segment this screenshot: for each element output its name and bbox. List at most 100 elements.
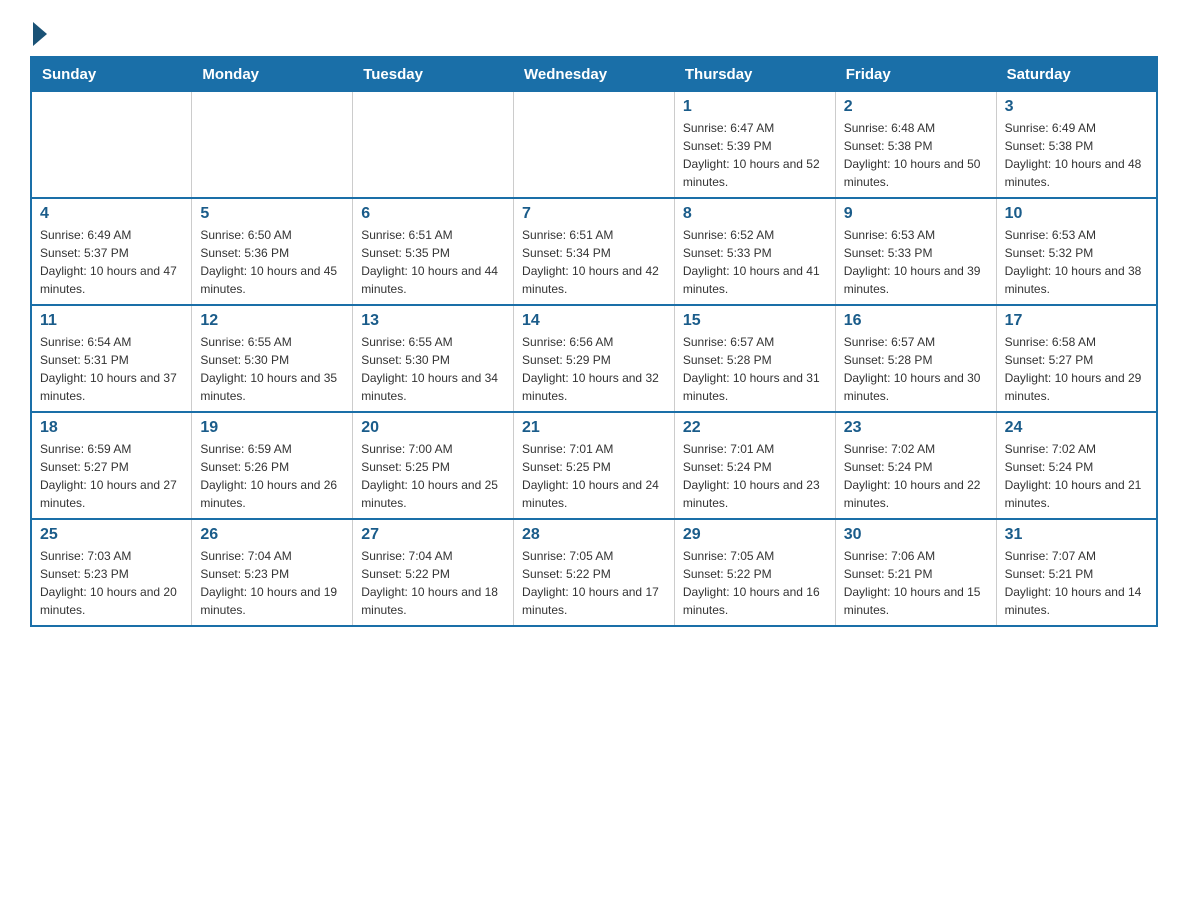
calendar-day-cell: 12 Sunrise: 6:55 AM Sunset: 5:30 PM Dayli… — [192, 305, 353, 412]
day-info: Sunrise: 7:01 AM Sunset: 5:24 PM Dayligh… — [683, 440, 827, 512]
calendar-day-cell — [192, 92, 353, 199]
calendar-day-cell: 20Sunrise: 7:00 AM Sunset: 5:25 PM Dayli… — [353, 412, 514, 519]
day-number: 25 — [40, 526, 183, 544]
day-info: Sunrise: 7:02 AM Sunset: 5:24 PM Dayligh… — [844, 440, 988, 512]
weekday-header-saturday: Saturday — [996, 57, 1157, 92]
day-info: Sunrise: 7:02 AM Sunset: 5:24 PM Dayligh… — [1005, 440, 1148, 512]
calendar-day-cell: 28 Sunrise: 7:05 AM Sunset: 5:22 PM Dayli… — [514, 519, 675, 626]
day-info: Sunrise: 7:05 AM Sunset: 5:22 PM Dayligh… — [522, 547, 666, 619]
calendar-day-cell: 23 Sunrise: 7:02 AM Sunset: 5:24 PM Dayli… — [835, 412, 996, 519]
day-info: Sunrise: 6:51 AM Sunset: 5:34 PM Dayligh… — [522, 226, 666, 298]
day-info: Sunrise: 6:57 AM Sunset: 5:28 PM Dayligh… — [683, 333, 827, 405]
day-info: Sunrise: 6:49 AM Sunset: 5:38 PM Dayligh… — [1005, 119, 1148, 191]
day-number: 3 — [1005, 98, 1148, 116]
day-number: 11 — [40, 312, 183, 330]
calendar-day-cell: 3 Sunrise: 6:49 AM Sunset: 5:38 PM Daylig… — [996, 92, 1157, 199]
day-info: Sunrise: 6:58 AM Sunset: 5:27 PM Dayligh… — [1005, 333, 1148, 405]
day-info: Sunrise: 6:55 AM Sunset: 5:30 PM Dayligh… — [200, 333, 344, 405]
calendar-day-cell: 24 Sunrise: 7:02 AM Sunset: 5:24 PM Dayli… — [996, 412, 1157, 519]
day-info: Sunrise: 6:54 AM Sunset: 5:31 PM Dayligh… — [40, 333, 183, 405]
calendar-day-cell: 4 Sunrise: 6:49 AM Sunset: 5:37 PM Daylig… — [31, 198, 192, 305]
day-info: Sunrise: 7:06 AM Sunset: 5:21 PM Dayligh… — [844, 547, 988, 619]
day-number: 5 — [200, 205, 344, 223]
calendar-day-cell: 2 Sunrise: 6:48 AM Sunset: 5:38 PM Daylig… — [835, 92, 996, 199]
day-info: Sunrise: 6:47 AM Sunset: 5:39 PM Dayligh… — [683, 119, 827, 191]
calendar-day-cell: 31Sunrise: 7:07 AM Sunset: 5:21 PM Dayli… — [996, 519, 1157, 626]
calendar-day-cell — [514, 92, 675, 199]
day-info: Sunrise: 6:49 AM Sunset: 5:37 PM Dayligh… — [40, 226, 183, 298]
day-number: 23 — [844, 419, 988, 437]
day-number: 29 — [683, 526, 827, 544]
day-number: 27 — [361, 526, 505, 544]
day-number: 12 — [200, 312, 344, 330]
day-number: 15 — [683, 312, 827, 330]
day-info: Sunrise: 6:56 AM Sunset: 5:29 PM Dayligh… — [522, 333, 666, 405]
day-info: Sunrise: 7:03 AM Sunset: 5:23 PM Dayligh… — [40, 547, 183, 619]
day-info: Sunrise: 7:04 AM Sunset: 5:23 PM Dayligh… — [200, 547, 344, 619]
day-number: 13 — [361, 312, 505, 330]
weekday-header-thursday: Thursday — [674, 57, 835, 92]
day-number: 24 — [1005, 419, 1148, 437]
day-info: Sunrise: 6:59 AM Sunset: 5:26 PM Dayligh… — [200, 440, 344, 512]
day-info: Sunrise: 6:50 AM Sunset: 5:36 PM Dayligh… — [200, 226, 344, 298]
day-number: 28 — [522, 526, 666, 544]
day-number: 1 — [683, 98, 827, 116]
calendar-day-cell: 6Sunrise: 6:51 AM Sunset: 5:35 PM Daylig… — [353, 198, 514, 305]
calendar-day-cell: 26 Sunrise: 7:04 AM Sunset: 5:23 PM Dayli… — [192, 519, 353, 626]
calendar-day-cell: 18 Sunrise: 6:59 AM Sunset: 5:27 PM Dayli… — [31, 412, 192, 519]
calendar-day-cell: 16 Sunrise: 6:57 AM Sunset: 5:28 PM Dayli… — [835, 305, 996, 412]
calendar-day-cell: 22 Sunrise: 7:01 AM Sunset: 5:24 PM Dayli… — [674, 412, 835, 519]
weekday-header-monday: Monday — [192, 57, 353, 92]
day-number: 7 — [522, 205, 666, 223]
day-info: Sunrise: 6:55 AM Sunset: 5:30 PM Dayligh… — [361, 333, 505, 405]
calendar-day-cell: 9Sunrise: 6:53 AM Sunset: 5:33 PM Daylig… — [835, 198, 996, 305]
calendar-day-cell: 7 Sunrise: 6:51 AM Sunset: 5:34 PM Daylig… — [514, 198, 675, 305]
weekday-header-wednesday: Wednesday — [514, 57, 675, 92]
calendar-week-row: 4 Sunrise: 6:49 AM Sunset: 5:37 PM Daylig… — [31, 198, 1157, 305]
calendar-day-cell — [31, 92, 192, 199]
calendar-week-row: 11 Sunrise: 6:54 AM Sunset: 5:31 PM Dayli… — [31, 305, 1157, 412]
day-info: Sunrise: 7:05 AM Sunset: 5:22 PM Dayligh… — [683, 547, 827, 619]
day-number: 4 — [40, 205, 183, 223]
calendar-day-cell: 10Sunrise: 6:53 AM Sunset: 5:32 PM Dayli… — [996, 198, 1157, 305]
day-number: 9 — [844, 205, 988, 223]
calendar-day-cell: 30 Sunrise: 7:06 AM Sunset: 5:21 PM Dayli… — [835, 519, 996, 626]
day-info: Sunrise: 7:00 AM Sunset: 5:25 PM Dayligh… — [361, 440, 505, 512]
calendar-table: SundayMondayTuesdayWednesdayThursdayFrid… — [30, 56, 1158, 627]
calendar-day-cell: 13 Sunrise: 6:55 AM Sunset: 5:30 PM Dayli… — [353, 305, 514, 412]
calendar-day-cell: 14 Sunrise: 6:56 AM Sunset: 5:29 PM Dayli… — [514, 305, 675, 412]
day-number: 22 — [683, 419, 827, 437]
weekday-header-tuesday: Tuesday — [353, 57, 514, 92]
weekday-header-sunday: Sunday — [31, 57, 192, 92]
day-number: 2 — [844, 98, 988, 116]
logo — [30, 20, 47, 46]
day-number: 26 — [200, 526, 344, 544]
calendar-week-row: 1 Sunrise: 6:47 AM Sunset: 5:39 PM Daylig… — [31, 92, 1157, 199]
weekday-header-row: SundayMondayTuesdayWednesdayThursdayFrid… — [31, 57, 1157, 92]
day-info: Sunrise: 6:52 AM Sunset: 5:33 PM Dayligh… — [683, 226, 827, 298]
day-number: 10 — [1005, 205, 1148, 223]
day-number: 16 — [844, 312, 988, 330]
day-info: Sunrise: 6:48 AM Sunset: 5:38 PM Dayligh… — [844, 119, 988, 191]
day-info: Sunrise: 6:57 AM Sunset: 5:28 PM Dayligh… — [844, 333, 988, 405]
day-info: Sunrise: 7:01 AM Sunset: 5:25 PM Dayligh… — [522, 440, 666, 512]
day-number: 21 — [522, 419, 666, 437]
calendar-day-cell: 15 Sunrise: 6:57 AM Sunset: 5:28 PM Dayli… — [674, 305, 835, 412]
calendar-day-cell: 19Sunrise: 6:59 AM Sunset: 5:26 PM Dayli… — [192, 412, 353, 519]
day-number: 18 — [40, 419, 183, 437]
calendar-day-cell: 25 Sunrise: 7:03 AM Sunset: 5:23 PM Dayli… — [31, 519, 192, 626]
day-number: 6 — [361, 205, 505, 223]
day-number: 14 — [522, 312, 666, 330]
day-number: 17 — [1005, 312, 1148, 330]
calendar-day-cell: 8 Sunrise: 6:52 AM Sunset: 5:33 PM Daylig… — [674, 198, 835, 305]
calendar-week-row: 25 Sunrise: 7:03 AM Sunset: 5:23 PM Dayli… — [31, 519, 1157, 626]
day-number: 8 — [683, 205, 827, 223]
calendar-day-cell: 11 Sunrise: 6:54 AM Sunset: 5:31 PM Dayli… — [31, 305, 192, 412]
day-number: 30 — [844, 526, 988, 544]
day-number: 31 — [1005, 526, 1148, 544]
calendar-week-row: 18 Sunrise: 6:59 AM Sunset: 5:27 PM Dayli… — [31, 412, 1157, 519]
logo-arrow-icon — [33, 22, 47, 46]
day-info: Sunrise: 6:59 AM Sunset: 5:27 PM Dayligh… — [40, 440, 183, 512]
calendar-day-cell: 29 Sunrise: 7:05 AM Sunset: 5:22 PM Dayli… — [674, 519, 835, 626]
page-header — [30, 20, 1158, 46]
